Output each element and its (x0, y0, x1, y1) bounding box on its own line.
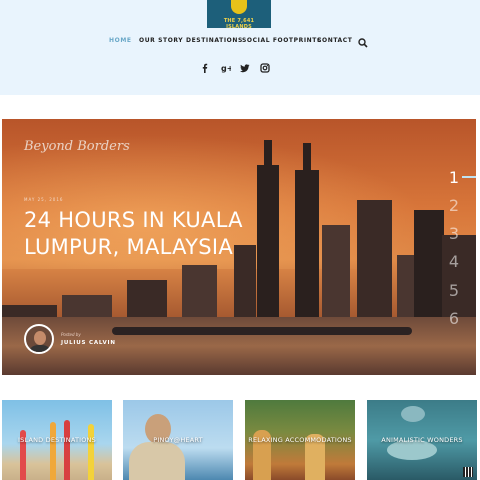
slide-number-3[interactable]: 3 (446, 224, 462, 244)
author-avatar[interactable] (24, 324, 54, 354)
active-slide-indicator (462, 176, 476, 178)
avatar-face (34, 331, 46, 345)
slide-number-1[interactable]: 1 (446, 168, 462, 188)
surfboard (64, 420, 70, 480)
posted-by-label: Posted by (61, 332, 81, 337)
site-logo[interactable]: THE 7,641 ISLANDS (207, 0, 271, 28)
post-title[interactable]: 24 HOURS IN KUALA LUMPUR, MALAYSIA (24, 207, 264, 261)
slide-number-5[interactable]: 5 (446, 281, 462, 301)
instagram-icon[interactable] (260, 63, 270, 73)
blog-name: Beyond Borders (24, 139, 130, 154)
slide-number-2[interactable]: 2 (446, 196, 462, 216)
card-label: PINOY@HEART (153, 436, 203, 444)
surfboard (50, 422, 56, 480)
nav-destinations[interactable]: DESTINATIONS (186, 36, 243, 46)
slide-number-4[interactable]: 4 (446, 252, 462, 272)
qr-code-icon (463, 467, 473, 477)
card-label: ISLAND DESTINATIONS (18, 436, 96, 444)
logo-emblem (231, 0, 247, 14)
category-card-animalistic-wonders[interactable]: ANIMALISTIC WONDERS (367, 400, 477, 480)
nav-home[interactable]: HOME (109, 36, 132, 46)
slide-number-6[interactable]: 6 (446, 309, 462, 329)
card-label: ANIMALISTIC WONDERS (381, 436, 463, 444)
search-icon[interactable] (358, 35, 368, 48)
site-header: THE 7,641 ISLANDS HOME OUR STORY DESTINA… (0, 0, 480, 95)
category-card-relaxing-accommodations[interactable]: RELAXING ACCOMMODATIONS (245, 400, 355, 480)
google-plus-icon[interactable]: g+ (221, 63, 231, 73)
author-name[interactable]: JULIUS CALVIN (61, 340, 116, 346)
nav-contact[interactable]: CONTACT (317, 36, 353, 46)
facebook-icon[interactable] (200, 63, 210, 73)
pool-ledge (112, 327, 412, 335)
main-nav: HOME OUR STORY DESTINATIONS SOCIAL FOOTP… (0, 36, 480, 46)
card-label: RELAXING ACCOMMODATIONS (248, 436, 352, 444)
svg-text:g+: g+ (221, 64, 231, 73)
logo-text: THE 7,641 ISLANDS (223, 18, 255, 28)
post-date: MAY 25, 2016 (24, 197, 64, 202)
dolphin (401, 406, 425, 422)
surfboard (88, 424, 94, 480)
category-card-island-destinations[interactable]: ISLAND DESTINATIONS (2, 400, 112, 480)
category-card-pinoy-heart[interactable]: PINOY@HEART (123, 400, 233, 480)
hero-slider[interactable]: Beyond Borders MAY 25, 2016 24 HOURS IN … (2, 119, 476, 375)
twitter-icon[interactable] (240, 63, 250, 73)
person-shirt (129, 442, 185, 480)
nav-social-footprints[interactable]: SOCIAL FOOTPRINTS (242, 36, 322, 46)
infinity-pool (2, 317, 476, 375)
nav-our-story[interactable]: OUR STORY (139, 36, 183, 46)
